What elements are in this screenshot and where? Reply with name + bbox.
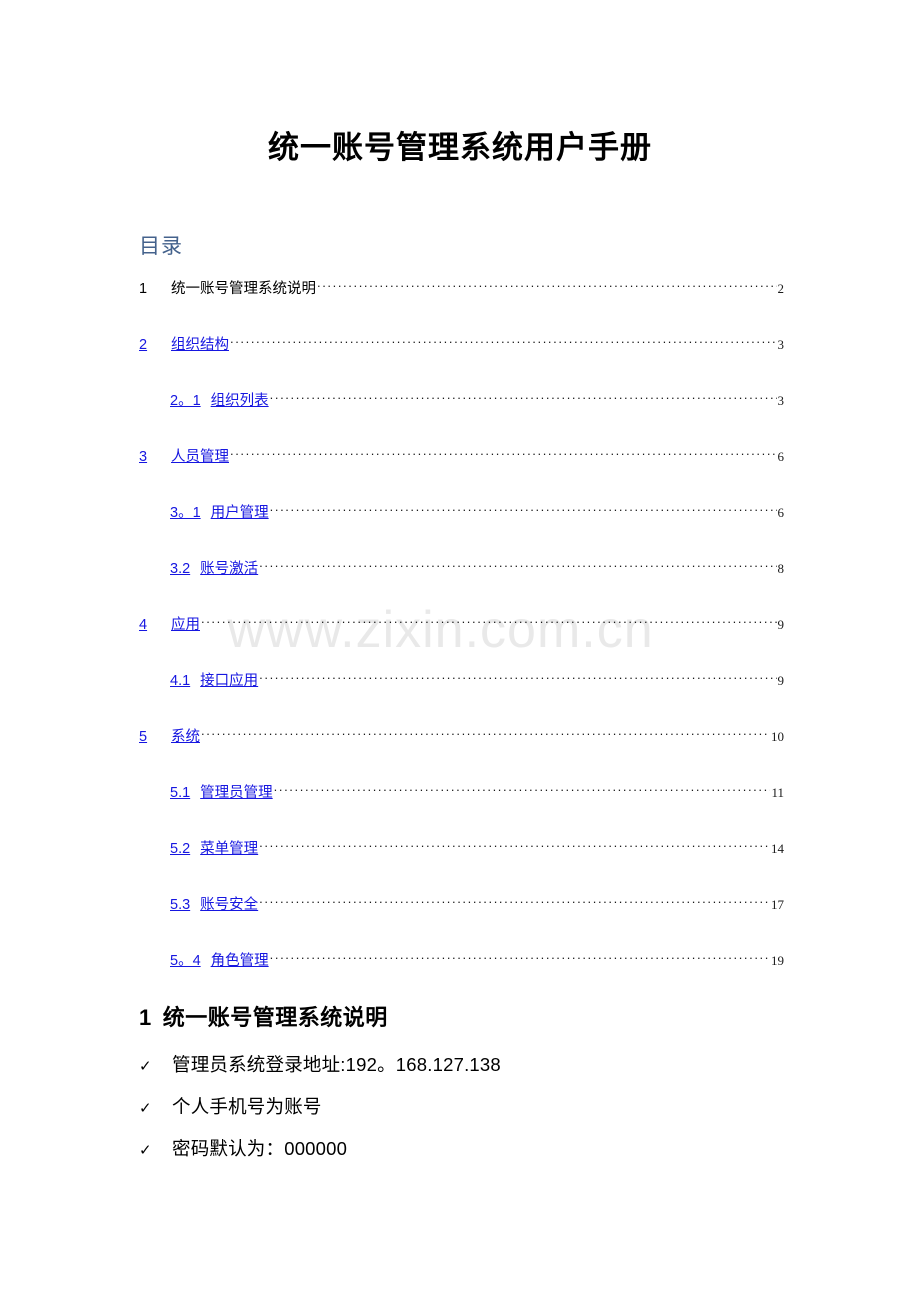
toc-entry-page-number: 17 [771,897,784,912]
toc-entry-page-number: 11 [771,785,784,800]
toc-entry[interactable]: 5.1 管理员管理 11 [139,783,784,839]
toc-entry-title: 用户管理 [210,505,269,521]
toc-entry-number: 5.3 [170,897,191,913]
toc-entry-title: 账号安全 [200,897,259,913]
document-title: 统一账号管理系统用户手册 [268,130,652,165]
toc-entry[interactable]: 4.1 接口应用 9 [139,671,784,727]
toc-entry-page-number: 3 [777,337,785,352]
toc-entry-title: 角色管理 [210,953,269,969]
toc-dot-leader [259,559,776,573]
toc-entry-title: 组织列表 [210,393,269,409]
toc-entry-number: 2 [139,337,148,353]
checkmark-icon: ✓ [139,1058,152,1075]
toc-dot-leader [317,279,777,293]
toc-dot-leader [270,951,770,965]
toc-entry-title: 菜单管理 [200,841,259,857]
toc-entry[interactable]: 5。4 角色管理 19 [139,951,784,1007]
toc-entry-number: 4 [139,617,148,633]
toc-entry-number: 4.1 [170,673,191,689]
toc-entry-title: 系统 [171,729,200,745]
bullet-item: ✓ 个人手机号为账号 [139,1093,839,1135]
toc-entry[interactable]: 2。1 组织列表 3 [139,391,784,447]
toc-entry-number: 5 [139,729,148,745]
toc-entry-page-number: 14 [771,841,784,856]
toc-entry-page-number: 9 [777,617,785,632]
toc-entry-title: 账号激活 [200,561,259,577]
toc-dot-leader [259,839,770,853]
toc-entry-number: 5。4 [170,953,201,969]
toc-entry-number: 3.2 [170,561,191,577]
toc-entry-title: 统一账号管理系统说明 [171,281,316,297]
toc-entry-page-number: 9 [777,673,785,688]
toc-dot-leader [259,895,770,909]
toc-entry-title: 管理员管理 [200,785,273,801]
section-1-title: 统一账号管理系统说明 [162,1005,388,1030]
toc-entry[interactable]: 3。1 用户管理 6 [139,503,784,559]
toc-entry[interactable]: 5.3 账号安全 17 [139,895,784,951]
section-1-bullet-list: ✓ 管理员系统登录地址:192。168.127.138 ✓ 个人手机号为账号 ✓ 密码默认… [139,1051,839,1177]
toc-heading: 目录 [139,234,183,258]
document-page: www.zixin.com.cn 统一账号管理系统用户手册 目录 1 统一账号管理… [0,0,920,1302]
toc-entry-page-number: 6 [777,449,785,464]
toc-entry-page-number: 19 [771,953,784,968]
toc-entry[interactable]: 3 人员管理 6 [139,447,784,503]
checkmark-icon: ✓ [139,1142,152,1159]
toc-entry[interactable]: 3.2 账号激活 8 [139,559,784,615]
toc-entry-number: 1 [139,281,148,297]
toc-dot-leader [230,447,777,461]
bullet-item-text: 个人手机号为账号 [172,1096,322,1117]
bullet-item: ✓ 管理员系统登录地址:192。168.127.138 [139,1051,839,1093]
toc-entry-title: 接口应用 [200,673,259,689]
toc-dot-leader [201,615,777,629]
toc-entry-title: 应用 [171,617,200,633]
toc-entry-number: 3 [139,449,148,465]
checkmark-icon: ✓ [139,1100,152,1117]
toc-entry[interactable]: 5.2 菜单管理 14 [139,839,784,895]
toc-entry-number: 5.2 [170,841,191,857]
toc-entry-title: 人员管理 [171,449,229,465]
section-1-number: 1 [139,1005,152,1030]
toc-dot-leader [274,783,771,797]
toc-entry-title: 组织结构 [171,337,229,353]
toc-dot-leader [259,671,776,685]
toc-dot-leader [270,503,777,517]
toc-entry-page-number: 3 [777,393,785,408]
toc-entry-page-number: 8 [777,561,785,576]
toc-dot-leader [201,727,770,741]
toc-entry[interactable]: 2 组织结构 3 [139,335,784,391]
toc-entry-number: 2。1 [170,393,201,409]
toc-dot-leader [270,391,777,405]
toc-dot-leader [230,335,777,349]
toc-entry[interactable]: 5 系统 10 [139,727,784,783]
toc-entry-number: 3。1 [170,505,201,521]
table-of-contents: 1 统一账号管理系统说明 2 2 组织结构 3 2。1 组织列表 3 3 人员管理 6 3。1 用户管理 6… [139,279,784,1007]
bullet-item-text: 管理员系统登录地址:192。168.127.138 [172,1054,501,1075]
toc-entry: 1 统一账号管理系统说明 2 [139,279,784,335]
toc-entry-page-number: 10 [771,729,784,744]
section-1-heading: 1 统一账号管理系统说明 [139,1000,388,1032]
toc-entry-page-number: 6 [777,505,785,520]
toc-entry-number: 5.1 [170,785,191,801]
toc-entry[interactable]: 4 应用 9 [139,615,784,671]
bullet-item: ✓ 密码默认为：000000 [139,1135,839,1177]
bullet-item-text: 密码默认为：000000 [172,1138,348,1159]
toc-entry-page-number: 2 [777,281,785,296]
